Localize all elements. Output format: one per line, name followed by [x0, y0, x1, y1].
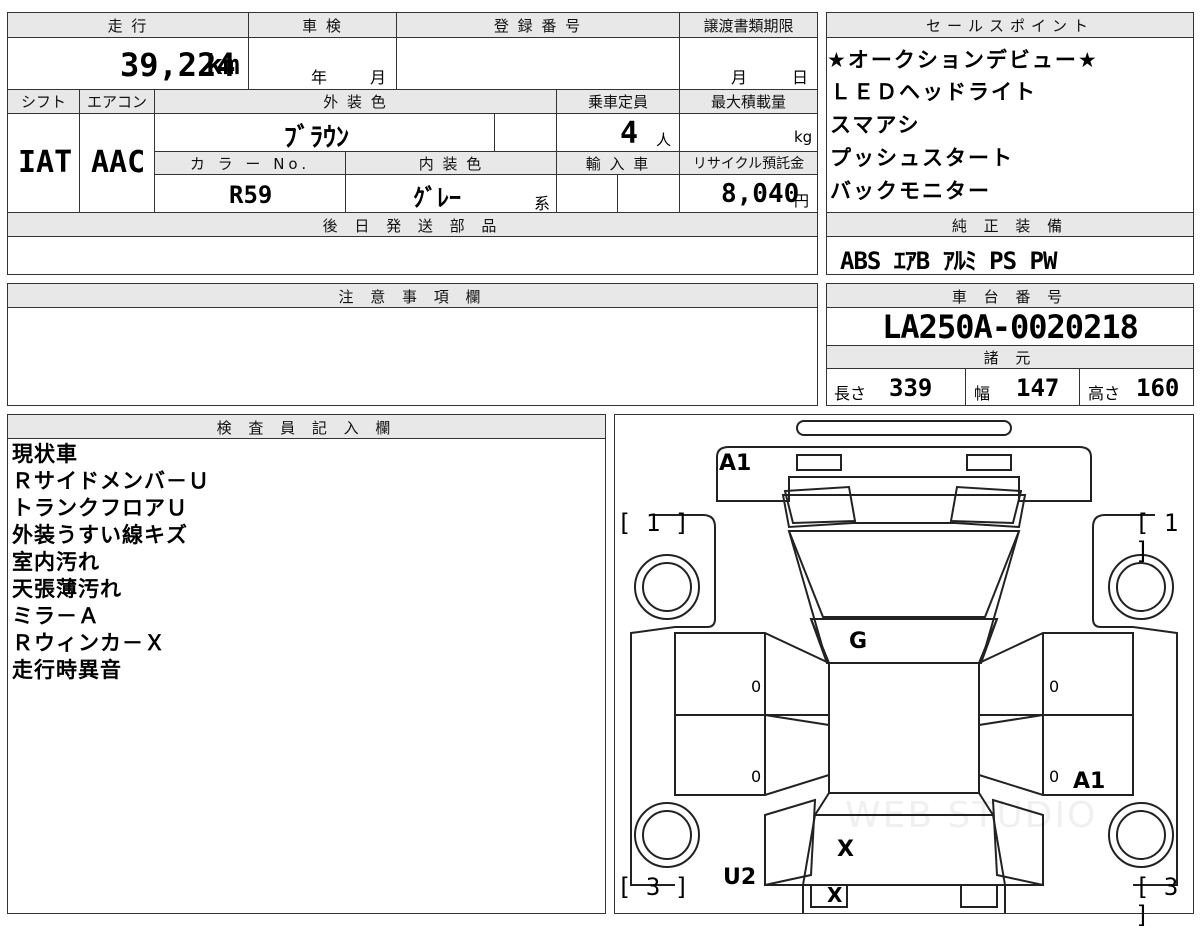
import-car-label: 輸 入 車: [585, 155, 651, 173]
damage-mark-rear-bumper: X: [827, 883, 843, 907]
inspector-note-item: Ｒサイドメンバ－Ｕ: [12, 469, 210, 493]
right-fog-lamp: [966, 454, 1012, 471]
hood: [787, 530, 1021, 618]
windshield: [809, 618, 999, 664]
interior-color-label: 内 装 色: [418, 155, 484, 173]
damage-mark-front-bumper: A1: [719, 451, 752, 476]
wheel-fl-inner: [642, 562, 692, 612]
inspector-note-item: 外装うすい線キズ: [12, 523, 188, 547]
inspector-note-item: 天張薄汚れ: [12, 577, 122, 601]
height-value: 160: [1136, 374, 1180, 402]
inspector-note-item: トランクフロアＵ: [12, 496, 188, 520]
watermark: WEB STUDIO: [845, 795, 1098, 836]
recycle-deposit-label: リサイクル預託金: [692, 156, 805, 172]
width-value: 147: [1016, 374, 1060, 402]
inspector-note-item: 現状車: [12, 442, 78, 466]
wheel-rl-outer: [634, 802, 700, 868]
right-front-door: [978, 632, 1134, 716]
sales-point-item: スマアシ: [830, 113, 921, 137]
color-number-value: R59: [229, 181, 273, 209]
rear-bumper: [765, 884, 1043, 913]
panel-bracket-rear-left: [ 3 ]: [617, 873, 690, 901]
damage-mark-windshield: G: [849, 629, 868, 654]
roof: [828, 662, 980, 794]
max-load-label: 最大積載量: [710, 93, 786, 111]
capacity-unit: 人: [656, 131, 672, 149]
sales-points-label: セールスポイント: [925, 17, 1094, 35]
transfer-month-unit: 月: [731, 68, 748, 87]
inspector-notes-label: 検 査 員 記 入 欄: [216, 419, 397, 437]
inspection-label: 車 検: [302, 17, 343, 35]
recycle-deposit-value: 8,040: [721, 179, 800, 209]
wheel-rl-inner: [642, 810, 692, 860]
inspector-note-item: 室内汚れ: [12, 550, 100, 574]
damage-mark-right-front-door: 0: [1049, 677, 1060, 696]
interior-color-value: ｸﾞﾚｰ: [413, 184, 461, 212]
windshield-frame: [788, 530, 1020, 664]
panel-bracket-front-right: [ 1 ]: [1135, 509, 1179, 565]
height-label: 高さ: [1088, 384, 1121, 403]
recycle-deposit-unit: 円: [794, 192, 810, 210]
interior-color-suffix: 系: [534, 194, 551, 213]
inspection-year-unit: 年: [311, 68, 328, 87]
front-bumper: [716, 446, 1092, 502]
transfer-deadline-label: 譲渡書類期限: [703, 17, 794, 35]
wheel-fr-inner: [1116, 562, 1166, 612]
damage-mark-right-rear-door: 0: [1049, 767, 1060, 786]
damage-mark-left-rear-door: 0: [751, 767, 762, 786]
mileage-label: 走 行: [107, 17, 149, 35]
right-headlight: [949, 485, 1023, 525]
sales-point-item: プッシュスタート: [830, 146, 1014, 170]
inspector-note-item: Ｒウィンカ－Ｘ: [12, 631, 166, 655]
chassis-number-label: 車 台 番 号: [951, 288, 1069, 306]
left-rear-quarter: [764, 798, 817, 887]
length-label: 長さ: [834, 384, 867, 403]
damage-mark-back-door: X: [837, 837, 854, 862]
damage-mark-left-front-door: 0: [751, 677, 762, 696]
standard-equipment-label: 純 正 装 備: [951, 217, 1069, 235]
panel-bracket-front-left: [ 1 ]: [617, 509, 690, 537]
later-shipped-parts-label: 後 日 発 送 部 品: [322, 217, 503, 235]
standard-equipment-value: ABS ｴｱB ｱﾙﾐ PS PW: [840, 247, 1057, 275]
panel-bracket-rear-right: [ 3 ]: [1135, 873, 1179, 929]
width-label: 幅: [974, 384, 991, 403]
right-tail-lamp: [960, 884, 998, 908]
specifications-label: 諸 元: [983, 349, 1037, 367]
left-front-door: [674, 632, 830, 716]
max-load-unit: kg: [794, 128, 813, 146]
color-number-label: カ ラ ー No.: [189, 155, 311, 173]
front-bumper-strip: [796, 420, 1012, 436]
left-fog-lamp: [796, 454, 842, 471]
car-diagram-box: [ 1 ] [ 1 ] [ 3 ] [ 3 ] A1 G X X U2 A1 0…: [614, 414, 1194, 929]
registration-label: 登 録 番 号: [493, 17, 583, 35]
aircon-label: エアコン: [86, 93, 147, 111]
damage-mark-rear-left: U2: [723, 865, 757, 890]
mileage-unit: km: [206, 48, 240, 81]
wheel-fl-outer: [634, 554, 700, 620]
sales-point-item: バックモニター: [830, 179, 991, 203]
car-diagram: [630, 420, 1178, 913]
damage-mark-rear-right: A1: [1073, 769, 1106, 794]
exterior-color-value: ﾌﾞﾗｳﾝ: [284, 123, 350, 153]
transfer-day-unit: 日: [792, 68, 809, 87]
capacity-value: 4: [620, 116, 639, 151]
exterior-color-label: 外 装 色: [323, 93, 388, 111]
sales-point-item: ★オークションデビュー★: [827, 48, 1099, 72]
shift-label: シフト: [20, 93, 66, 111]
wheel-rr-outer: [1108, 802, 1174, 868]
inspection-month-unit: 月: [370, 68, 387, 87]
left-headlight: [783, 485, 857, 525]
length-value: 339: [889, 374, 933, 402]
shift-value: IAT: [18, 145, 73, 180]
wheel-rr-inner: [1116, 810, 1166, 860]
sales-point-item: ＬＥＤヘッドライト: [830, 80, 1037, 104]
notes-label: 注 意 事 項 欄: [338, 288, 487, 306]
inspector-note-item: 走行時異音: [12, 658, 122, 682]
capacity-label: 乗車定員: [587, 93, 648, 111]
aircon-value: AAC: [91, 145, 146, 180]
inspector-note-item: ミラ－Ａ: [12, 604, 100, 628]
chassis-number-value: LA250A-0020218: [882, 308, 1139, 346]
inspector-notes-list: 現状車 Ｒサイドメンバ－Ｕ トランクフロアＵ 外装うすい線キズ 室内汚れ 天張薄…: [12, 441, 210, 684]
